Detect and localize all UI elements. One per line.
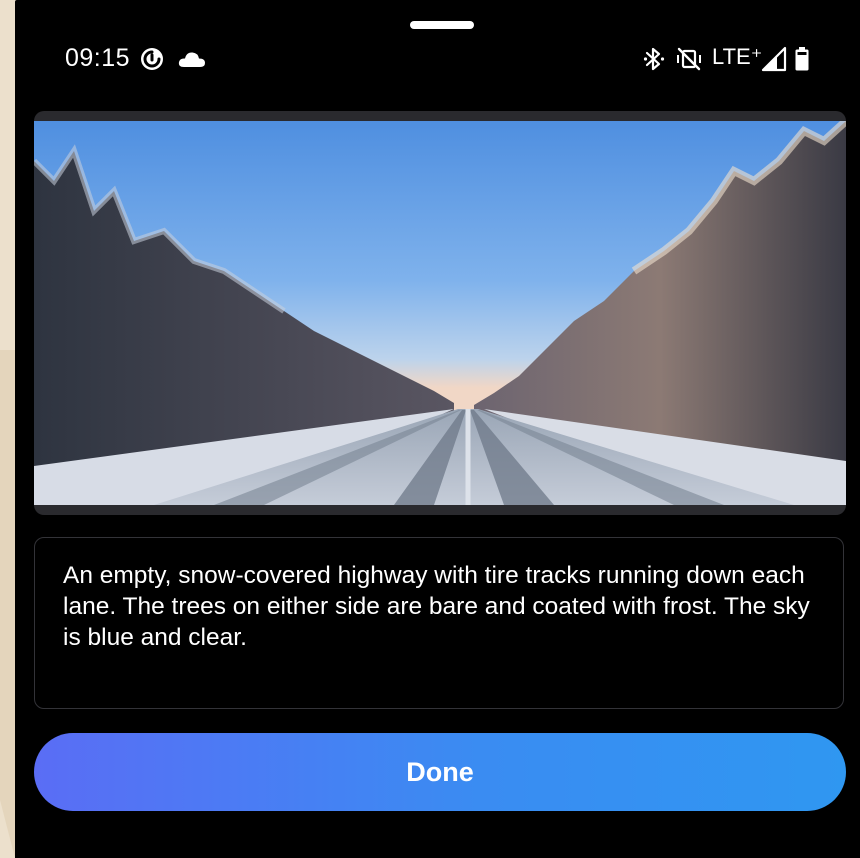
battery-icon bbox=[795, 47, 809, 71]
vibrate-off-icon bbox=[677, 47, 701, 71]
phone-screen: 09:15 LTE⁺ An empty, snow-covered highwa… bbox=[15, 0, 860, 858]
bluetooth-icon bbox=[643, 47, 665, 71]
drag-handle[interactable] bbox=[410, 21, 474, 29]
status-bar: 09:15 LTE⁺ bbox=[15, 38, 860, 78]
snowy-highway-photo bbox=[34, 121, 846, 505]
caption-text: An empty, snow-covered highway with tire… bbox=[63, 562, 810, 651]
network-type: LTE⁺ bbox=[712, 44, 763, 69]
data-saver-icon bbox=[141, 48, 163, 70]
cloud-icon bbox=[178, 52, 205, 67]
done-button[interactable]: Done bbox=[34, 733, 846, 811]
signal-icon bbox=[761, 46, 787, 72]
caption-field[interactable]: An empty, snow-covered highway with tire… bbox=[34, 537, 844, 709]
image-preview bbox=[34, 111, 846, 515]
status-time: 09:15 bbox=[65, 44, 131, 72]
